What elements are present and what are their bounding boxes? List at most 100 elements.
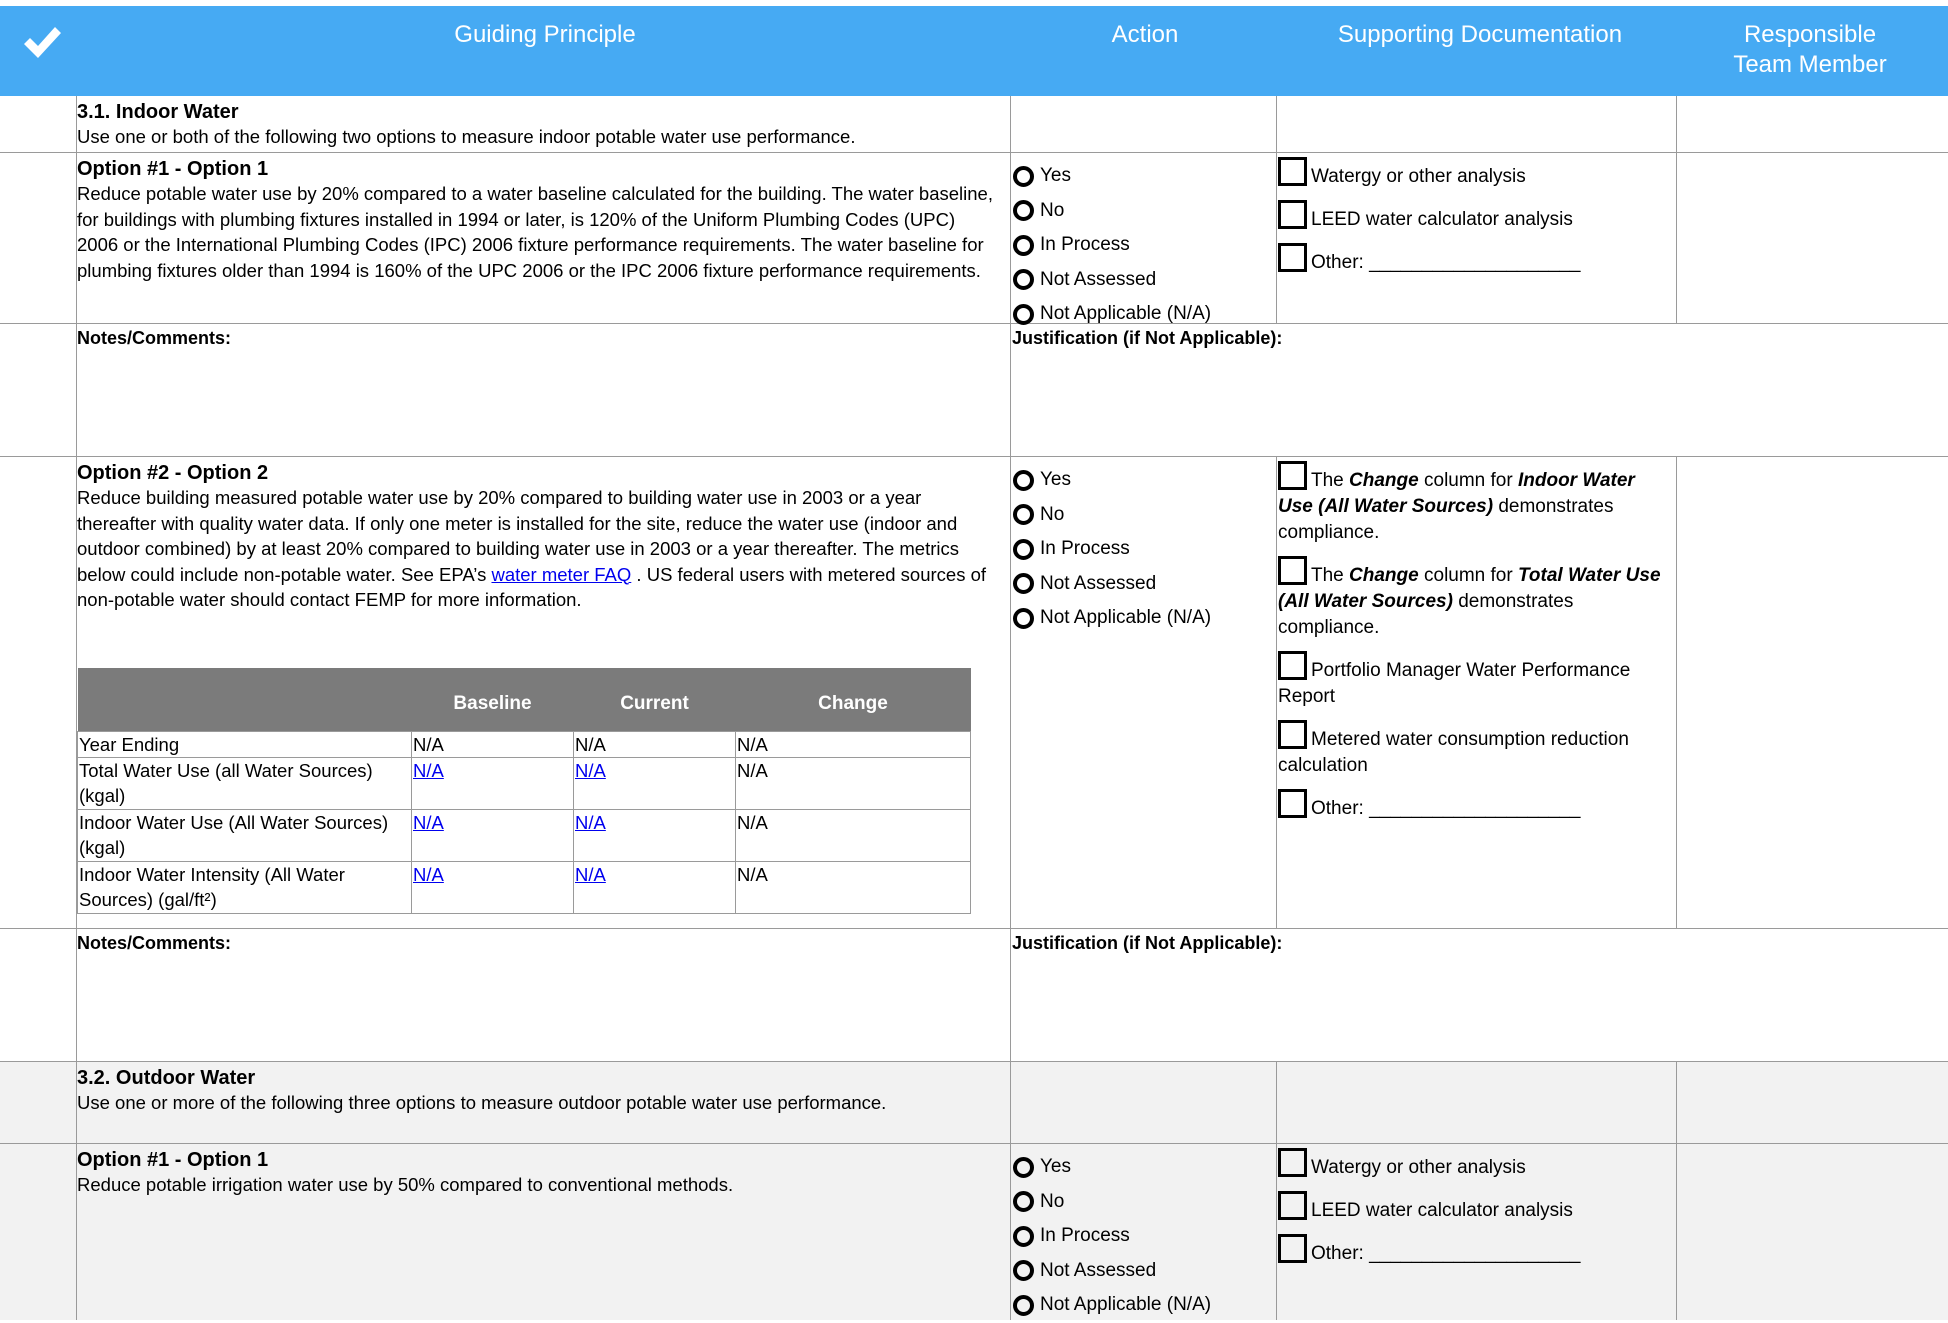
checkbox-icon — [1278, 1148, 1307, 1177]
col-current: Current — [573, 668, 736, 732]
water-metrics-table: Baseline Current Change Year Ending N/A … — [77, 668, 971, 914]
radio-not-applicable[interactable]: Not Applicable (N/A) — [1012, 601, 1274, 636]
radio-no[interactable]: No — [1012, 194, 1274, 229]
na-link[interactable]: N/A — [413, 864, 444, 885]
doc-checkbox[interactable]: Metered water consumption reduction calc… — [1278, 720, 1674, 779]
option-title: Option #1 - Option 1 — [77, 1149, 269, 1171]
section-row-indoor-water: 3.1. Indoor Water Use one or both of the… — [0, 96, 1948, 153]
doc-checkbox[interactable]: Other: ____________________ — [1278, 1234, 1674, 1267]
na-link[interactable]: N/A — [413, 812, 444, 833]
doc-checkbox[interactable]: Portfolio Manager Water Performance Repo… — [1278, 651, 1674, 710]
checkbox-icon — [1278, 243, 1307, 272]
option-title: Option #2 - Option 2 — [77, 462, 269, 484]
checkbox-icon — [1278, 651, 1307, 680]
header-supporting-documentation: Supporting Documentation — [1337, 21, 1623, 48]
na-link[interactable]: N/A — [575, 864, 606, 885]
justification-label: Justification (if Not Applicable): — [1012, 933, 1283, 953]
radio-not-assessed[interactable]: Not Assessed — [1012, 567, 1274, 602]
section-title: 3.1. Indoor Water — [77, 101, 239, 123]
metrics-header-row: Baseline Current Change — [77, 668, 971, 732]
checkbox-icon — [1278, 157, 1307, 186]
col-change: Change — [735, 668, 971, 732]
table-row: Indoor Water Intensity (All Water Source… — [77, 861, 971, 914]
radio-in-process[interactable]: In Process — [1012, 532, 1274, 567]
radio-no[interactable]: No — [1012, 498, 1274, 533]
radio-not-assessed[interactable]: Not Assessed — [1012, 263, 1274, 298]
radio-circle-icon — [1013, 303, 1034, 325]
action-radio-group: Yes No In Process Not Assessed Not Appli… — [1012, 1144, 1274, 1320]
checkbox-icon — [1278, 556, 1307, 585]
table-header: Guiding Principle Action Supporting Docu… — [0, 6, 1948, 96]
water-meter-faq-link[interactable]: water meter FAQ — [491, 564, 631, 585]
radio-circle-icon — [1013, 269, 1034, 291]
table-row: Indoor Water Use (All Water Sources) (kg… — [77, 809, 971, 862]
section-description: Use one or more of the following three o… — [77, 1092, 887, 1113]
section-description: Use one or both of the following two opt… — [77, 126, 856, 147]
option-title: Option #1 - Option 1 — [77, 158, 269, 180]
header-guiding-principle: Guiding Principle — [454, 21, 636, 48]
radio-circle-icon — [1013, 504, 1034, 526]
radio-not-assessed[interactable]: Not Assessed — [1012, 1254, 1274, 1289]
table-row: Year Ending N/A N/A N/A — [77, 731, 971, 758]
radio-circle-icon — [1013, 538, 1034, 560]
radio-circle-icon — [1013, 469, 1034, 491]
radio-circle-icon — [1013, 1260, 1034, 1282]
section-title: 3.2. Outdoor Water — [77, 1067, 256, 1089]
radio-circle-icon — [1013, 607, 1034, 629]
radio-circle-icon — [1013, 165, 1034, 187]
option-row-indoor-1: Option #1 - Option 1 Reduce potable wate… — [0, 153, 1948, 325]
checkmark-icon — [24, 27, 61, 58]
table-row: Total Water Use (all Water Sources) (kga… — [77, 757, 971, 810]
action-radio-group: Yes No In Process Not Assessed Not Appli… — [1012, 153, 1274, 325]
notes-row: Notes/Comments: Justification (if Not Ap… — [0, 929, 1948, 1062]
radio-circle-icon — [1013, 1294, 1034, 1316]
supporting-docs: The Change column for Indoor Water Use (… — [1278, 457, 1674, 928]
checkbox-icon — [1278, 720, 1307, 749]
radio-circle-icon — [1013, 1225, 1034, 1247]
radio-yes[interactable]: Yes — [1012, 463, 1274, 498]
radio-circle-icon — [1013, 1156, 1034, 1178]
checkbox-icon — [1278, 1191, 1307, 1220]
radio-circle-icon — [1013, 234, 1034, 256]
checkbox-icon — [1278, 1234, 1307, 1263]
doc-checkbox[interactable]: The Change column for Total Water Use (A… — [1278, 556, 1674, 641]
option-description: Reduce potable irrigation water use by 5… — [77, 1174, 734, 1195]
col-baseline: Baseline — [411, 668, 574, 732]
checkbox-icon — [1278, 461, 1307, 490]
doc-checkbox[interactable]: Other: ____________________ — [1278, 789, 1674, 822]
radio-circle-icon — [1013, 573, 1034, 595]
doc-checkbox[interactable]: Watergy or other analysis — [1278, 1148, 1674, 1181]
section-row-outdoor-water: 3.2. Outdoor Water Use one or more of th… — [0, 1062, 1948, 1144]
header-responsible-team-member: Responsible Team Member — [1733, 21, 1887, 78]
supporting-docs: Watergy or other analysis LEED water cal… — [1278, 1144, 1674, 1320]
radio-circle-icon — [1013, 200, 1034, 222]
doc-checkbox[interactable]: Other: ____________________ — [1278, 243, 1674, 276]
doc-checkbox[interactable]: LEED water calculator analysis — [1278, 200, 1674, 233]
checkbox-icon — [1278, 789, 1307, 818]
header-action: Action — [1111, 21, 1179, 48]
option-description: Reduce potable water use by 20% compared… — [77, 183, 993, 281]
na-link[interactable]: N/A — [575, 760, 606, 781]
notes-label: Notes/Comments: — [77, 328, 232, 348]
supporting-docs: Watergy or other analysis LEED water cal… — [1278, 153, 1674, 323]
justification-label: Justification (if Not Applicable): — [1012, 328, 1283, 348]
doc-checkbox[interactable]: LEED water calculator analysis — [1278, 1191, 1674, 1224]
radio-not-applicable[interactable]: Not Applicable (N/A) — [1012, 1288, 1274, 1323]
notes-row: Notes/Comments: Justification (if Not Ap… — [0, 324, 1948, 457]
radio-yes[interactable]: Yes — [1012, 159, 1274, 194]
notes-label: Notes/Comments: — [77, 933, 232, 953]
radio-circle-icon — [1013, 1191, 1034, 1213]
checkbox-icon — [1278, 200, 1307, 229]
doc-checkbox[interactable]: Watergy or other analysis — [1278, 157, 1674, 190]
radio-in-process[interactable]: In Process — [1012, 1219, 1274, 1254]
option-row-outdoor-1: Option #1 - Option 1 Reduce potable irri… — [0, 1144, 1948, 1320]
na-link[interactable]: N/A — [575, 812, 606, 833]
doc-checkbox[interactable]: The Change column for Indoor Water Use (… — [1278, 461, 1674, 546]
radio-yes[interactable]: Yes — [1012, 1150, 1274, 1185]
na-link[interactable]: N/A — [413, 760, 444, 781]
option-description: Reduce building measured potable water u… — [77, 487, 987, 610]
radio-no[interactable]: No — [1012, 1185, 1274, 1220]
action-radio-group: Yes No In Process Not Assessed Not Appli… — [1012, 457, 1274, 928]
radio-in-process[interactable]: In Process — [1012, 228, 1274, 263]
option-row-indoor-2: Option #2 - Option 2 Reduce building mea… — [0, 457, 1948, 929]
